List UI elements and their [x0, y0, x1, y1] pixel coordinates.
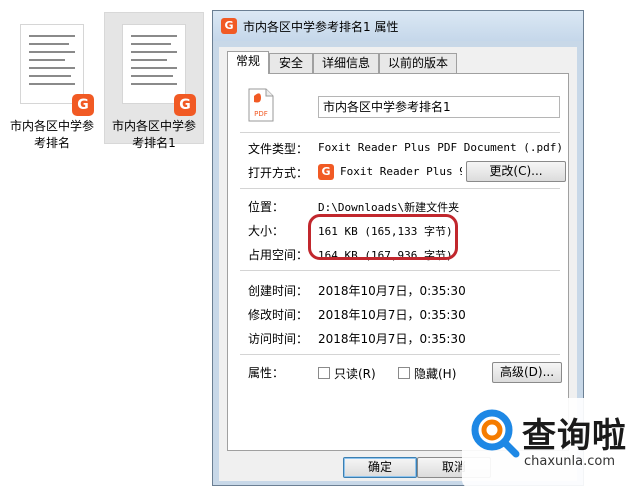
change-button[interactable]: 更改(C)...: [466, 161, 566, 182]
created-value: 2018年10月7日，0:35:30: [318, 284, 466, 298]
watermark: 查询啦 chaxunla.com: [462, 398, 642, 488]
open-with-value: Foxit Reader Plus 9: [340, 165, 462, 178]
foxit-open-with-icon: G: [318, 164, 334, 180]
modified-value: 2018年10月7日，0:35:30: [318, 308, 466, 322]
hidden-checkbox[interactable]: [398, 367, 410, 379]
title-bar[interactable]: G 市内各区中学参考排名1 属性: [213, 11, 583, 41]
magnifier-logo-icon: [471, 409, 520, 458]
tab-details[interactable]: 详细信息: [313, 53, 379, 73]
foxit-badge-icon: G: [174, 94, 196, 116]
readonly-label[interactable]: 只读(R): [334, 365, 376, 382]
divider: [240, 188, 560, 189]
open-with-label: 打开方式：: [248, 166, 309, 180]
pdf-file-icon: PDF: [248, 88, 274, 122]
pdf-thumbnail: [122, 24, 186, 104]
tab-previous-versions[interactable]: 以前的版本: [379, 53, 457, 73]
divider: [240, 132, 560, 133]
window-title: 市内各区中学参考排名1 属性: [243, 20, 399, 34]
hidden-label[interactable]: 隐藏(H): [414, 365, 456, 382]
file-type-label: 文件类型：: [248, 142, 309, 156]
foxit-app-icon: G: [221, 18, 237, 34]
accessed-label: 访问时间：: [248, 332, 309, 346]
disk-size-label: 占用空间：: [248, 248, 309, 262]
location-label: 位置：: [248, 200, 285, 214]
attributes-label: 属性：: [248, 366, 285, 380]
accessed-value: 2018年10月7日，0:35:30: [318, 332, 466, 346]
file-name: 市内各区中学参考排名: [9, 119, 94, 150]
modified-label: 修改时间：: [248, 308, 309, 322]
file-name-field[interactable]: 市内各区中学参考排名1: [318, 96, 560, 118]
readonly-checkbox[interactable]: [318, 367, 330, 379]
pdf-thumbnail: [20, 24, 84, 104]
tab-security[interactable]: 安全: [269, 53, 313, 73]
file-type-value: Foxit Reader Plus PDF Document (.pdf): [318, 141, 564, 154]
general-panel: PDF 市内各区中学参考排名1 文件类型： Foxit Reader Plus …: [227, 73, 569, 451]
advanced-button[interactable]: 高级(D)...: [492, 362, 562, 383]
watermark-url: chaxunla.com: [524, 454, 615, 469]
divider: [240, 354, 560, 355]
watermark-brand: 查询啦: [522, 416, 627, 456]
foxit-badge-icon: G: [72, 94, 94, 116]
file-name: 市内各区中学参考排名1: [111, 119, 196, 150]
created-label: 创建时间：: [248, 284, 309, 298]
ok-button[interactable]: 确定: [343, 457, 417, 478]
location-value: D:\Downloads\新建文件夹: [318, 201, 460, 214]
tab-general[interactable]: 常规: [227, 51, 269, 74]
size-label: 大小：: [248, 224, 285, 238]
size-highlight-annotation: [308, 214, 458, 260]
divider: [240, 270, 560, 271]
svg-text:PDF: PDF: [254, 110, 268, 118]
